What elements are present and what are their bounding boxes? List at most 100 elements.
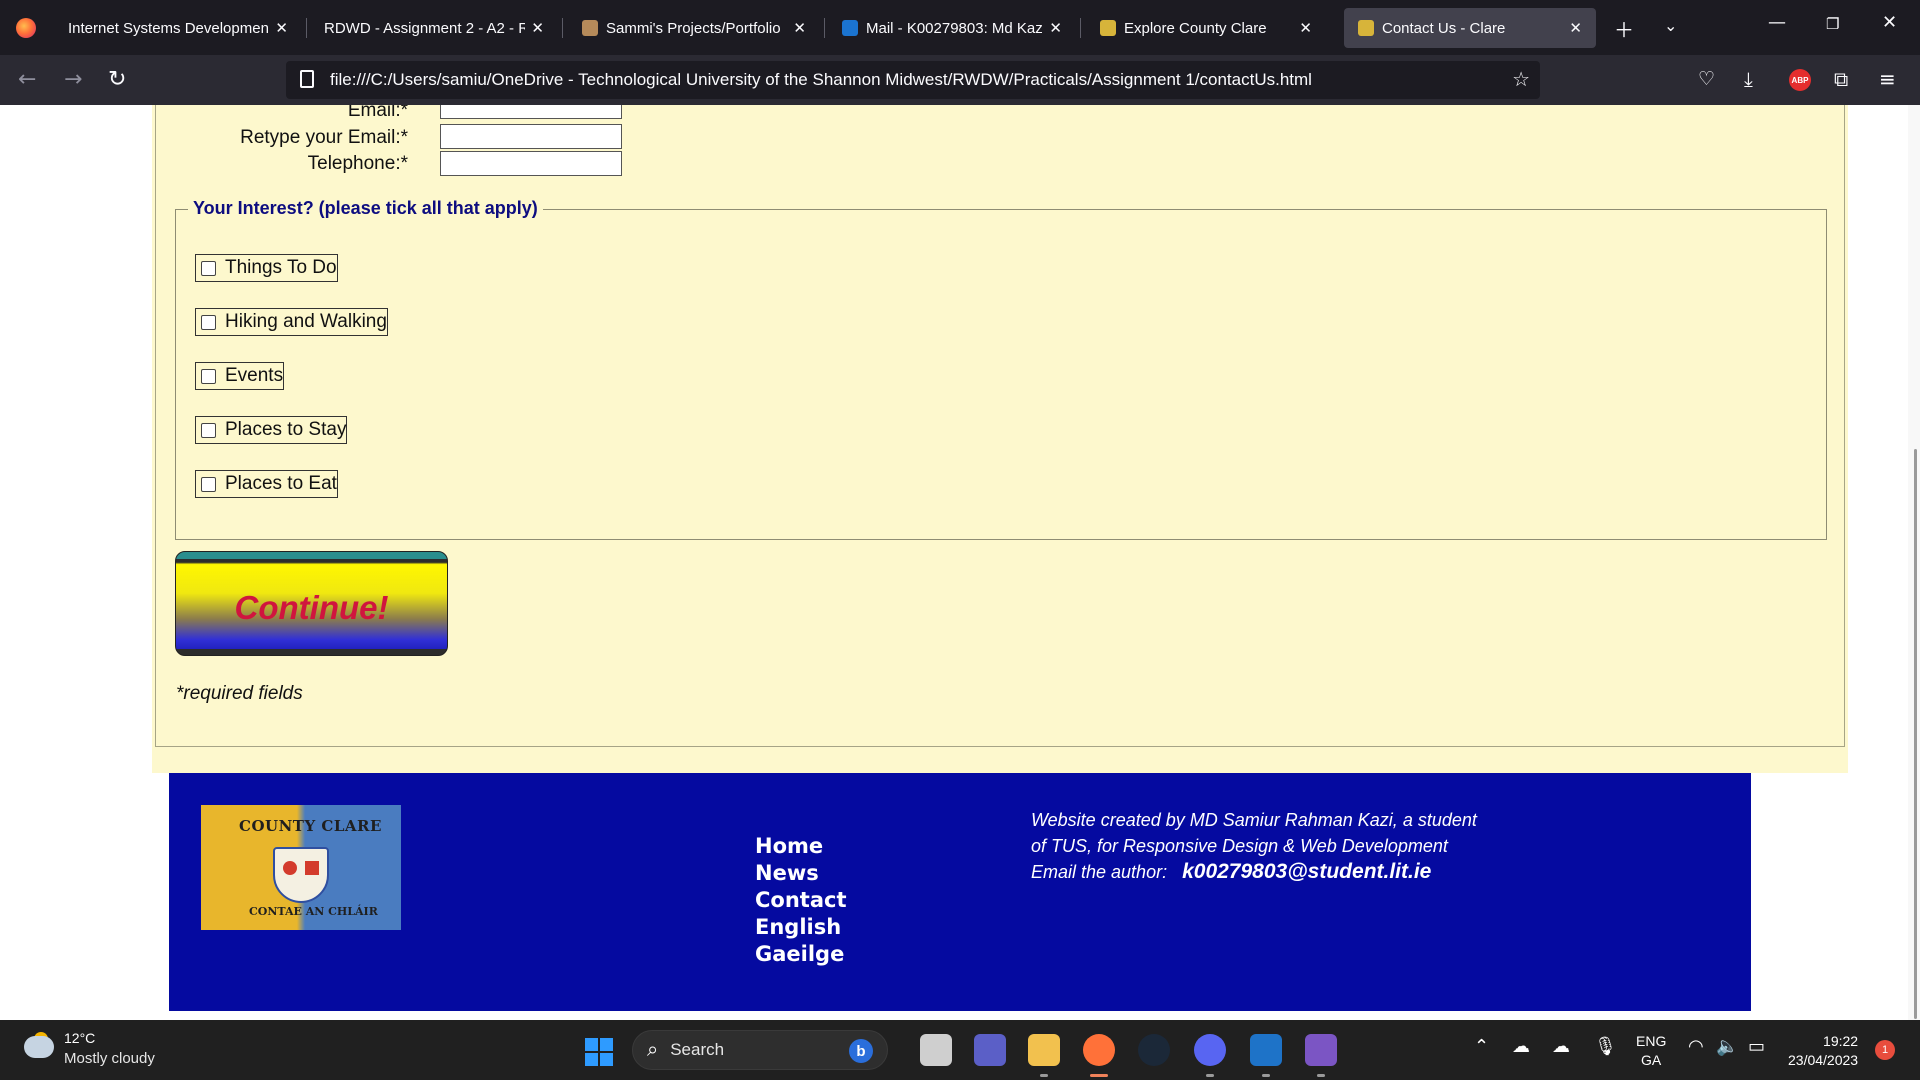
- windows-start-icon[interactable]: [585, 1038, 613, 1066]
- footer-link-news[interactable]: News: [755, 860, 847, 887]
- footer-link-english[interactable]: English: [755, 914, 847, 941]
- microphone-icon[interactable]: 🎙: [1594, 1036, 1617, 1057]
- task-view-icon[interactable]: [920, 1034, 952, 1066]
- checkbox-label: Places to Eat: [225, 473, 337, 494]
- windows-taskbar: 12°C Mostly cloudy ⌕ Search b ⌃ ☁ ☁ 🎙 EN…: [0, 1020, 1920, 1080]
- minimize-icon[interactable]: —: [1768, 12, 1786, 33]
- flag-top-text: COUNTY CLARE: [239, 817, 382, 835]
- interest-legend: Your Interest? (please tick all that app…: [188, 198, 543, 219]
- address-url: file:///C:/Users/samiu/OneDrive - Techno…: [330, 70, 1312, 89]
- language-indicator[interactable]: ENG GA: [1636, 1032, 1666, 1070]
- interest-checkbox-hiking[interactable]: Hiking and Walking: [195, 308, 388, 336]
- checkbox[interactable]: [201, 368, 216, 384]
- footer-link-home[interactable]: Home: [755, 833, 847, 860]
- interest-checkbox-events[interactable]: Events: [195, 362, 285, 390]
- onedrive-cloud-icon[interactable]: ☁: [1512, 1036, 1530, 1057]
- interest-checkbox-places-to-eat[interactable]: Places to Eat: [195, 470, 338, 498]
- file-explorer-icon[interactable]: [1028, 1034, 1060, 1066]
- adblock-plus-icon[interactable]: ABP: [1789, 69, 1811, 91]
- firefox-menu-icon[interactable]: [0, 0, 52, 55]
- scroll-thumb[interactable]: [1914, 449, 1917, 1019]
- close-tab-icon[interactable]: ✕: [1049, 19, 1062, 37]
- tab-rdwd-assignment[interactable]: RDWD - Assignment 2 - A2 - RD ✕: [310, 8, 558, 48]
- tab-internet-systems[interactable]: Internet Systems Development ( ✕: [54, 8, 302, 48]
- close-tab-icon[interactable]: ✕: [1569, 19, 1582, 37]
- checkbox-label: Places to Stay: [225, 419, 347, 440]
- interest-fieldset: [175, 209, 1827, 540]
- clare-favicon-icon: [1358, 20, 1374, 36]
- checkbox-label: Hiking and Walking: [225, 311, 387, 332]
- tab-contact-us[interactable]: Contact Us - Clare ✕: [1344, 8, 1596, 48]
- forward-arrow-icon[interactable]: →: [64, 67, 82, 92]
- page-scrollbar[interactable]: [1908, 105, 1920, 1020]
- checkbox[interactable]: [201, 422, 216, 438]
- restore-icon[interactable]: ❐: [1826, 15, 1839, 33]
- footer-link-contact[interactable]: Contact: [755, 887, 847, 914]
- telephone-field[interactable]: [440, 151, 622, 176]
- back-arrow-icon[interactable]: ←: [18, 67, 36, 92]
- reload-icon[interactable]: ↻: [108, 67, 126, 92]
- address-bar[interactable]: file:///C:/Users/samiu/OneDrive - Techno…: [286, 61, 1540, 99]
- tab-separator: [824, 18, 825, 38]
- onedrive-business-icon[interactable]: ☁: [1552, 1036, 1570, 1057]
- close-tab-icon[interactable]: ✕: [275, 19, 288, 37]
- checkbox-label: Events: [225, 365, 284, 386]
- firefox-taskbar-icon[interactable]: [1083, 1034, 1115, 1066]
- taskbar-search[interactable]: ⌕ Search b: [632, 1030, 888, 1070]
- checkbox[interactable]: [201, 314, 216, 330]
- discord-icon[interactable]: [1194, 1034, 1226, 1066]
- search-icon: ⌕: [647, 1038, 659, 1061]
- tab-separator: [306, 18, 307, 38]
- retype-email-field[interactable]: [440, 124, 622, 149]
- tab-explore-clare[interactable]: Explore County Clare ✕: [1086, 8, 1326, 48]
- close-tab-icon[interactable]: ✕: [531, 19, 544, 37]
- close-window-icon[interactable]: ✕: [1882, 12, 1897, 33]
- lang-line-2: GA: [1641, 1052, 1662, 1068]
- weather-temperature[interactable]: 12°C: [64, 1030, 95, 1046]
- download-icon[interactable]: ⤓: [1744, 67, 1753, 91]
- system-clock[interactable]: 19:22 23/04/2023: [1788, 1032, 1858, 1070]
- list-tabs-chevron-icon[interactable]: ⌄: [1664, 16, 1677, 35]
- teams-chat-icon[interactable]: [974, 1034, 1006, 1066]
- running-indicator: [1317, 1074, 1325, 1077]
- checkbox[interactable]: [201, 260, 216, 276]
- notification-badge[interactable]: 1: [1875, 1040, 1895, 1060]
- lang-line-1: ENG: [1636, 1033, 1667, 1049]
- steam-icon[interactable]: [1138, 1034, 1170, 1066]
- close-tab-icon[interactable]: ✕: [793, 19, 806, 37]
- tab-label: Explore County Clare: [1124, 19, 1267, 37]
- bing-icon[interactable]: b: [849, 1039, 873, 1063]
- interest-checkbox-places-to-stay[interactable]: Places to Stay: [195, 416, 348, 444]
- browser-tab-bar: Internet Systems Development ( ✕ RDWD - …: [0, 0, 1920, 55]
- show-hidden-icons-chevron[interactable]: ⌃: [1474, 1036, 1489, 1057]
- checkbox[interactable]: [201, 476, 216, 492]
- footer-link-gaeilge[interactable]: Gaeilge: [755, 941, 847, 968]
- new-tab-icon[interactable]: ＋: [1614, 14, 1634, 43]
- email-prefix: Email the author:: [1031, 862, 1168, 882]
- tab-mail[interactable]: Mail - K00279803: Md Kazi - ✕: [828, 8, 1076, 48]
- tab-label: RDWD - Assignment 2 - A2 - RD: [324, 19, 526, 37]
- wifi-icon[interactable]: ◠: [1688, 1036, 1704, 1057]
- clock-time: 19:22: [1823, 1033, 1859, 1049]
- extensions-icon[interactable]: ⧉: [1834, 67, 1848, 91]
- bookmark-star-icon[interactable]: ☆: [1512, 67, 1530, 92]
- interest-checkbox-things-to-do[interactable]: Things To Do: [195, 254, 338, 282]
- volume-icon[interactable]: 🔈: [1716, 1036, 1738, 1057]
- weather-condition[interactable]: Mostly cloudy: [64, 1050, 155, 1067]
- close-tab-icon[interactable]: ✕: [1299, 19, 1312, 37]
- active-indicator: [1090, 1074, 1108, 1077]
- pocket-icon[interactable]: ♡: [1698, 68, 1715, 90]
- footer-credit: Website created by MD Samiur Rahman Kazi…: [1031, 807, 1511, 885]
- hamburger-menu-icon[interactable]: ≡: [1879, 67, 1896, 91]
- browser-nav-bar: ← → ↻ file:///C:/Users/samiu/OneDrive - …: [0, 55, 1920, 105]
- required-fields-note: *required fields: [176, 683, 303, 704]
- visual-studio-icon[interactable]: [1305, 1034, 1337, 1066]
- tab-separator: [1080, 18, 1081, 38]
- tab-portfolio[interactable]: Sammi's Projects/Portfolio ✕: [568, 8, 820, 48]
- email-field[interactable]: [440, 105, 622, 119]
- remote-app-icon[interactable]: [1250, 1034, 1282, 1066]
- weather-cloud-icon[interactable]: [24, 1036, 54, 1058]
- author-email-link[interactable]: k00279803@student.lit.ie: [1182, 860, 1431, 883]
- continue-button[interactable]: Continue!: [175, 551, 448, 656]
- battery-icon[interactable]: ▭: [1748, 1036, 1765, 1057]
